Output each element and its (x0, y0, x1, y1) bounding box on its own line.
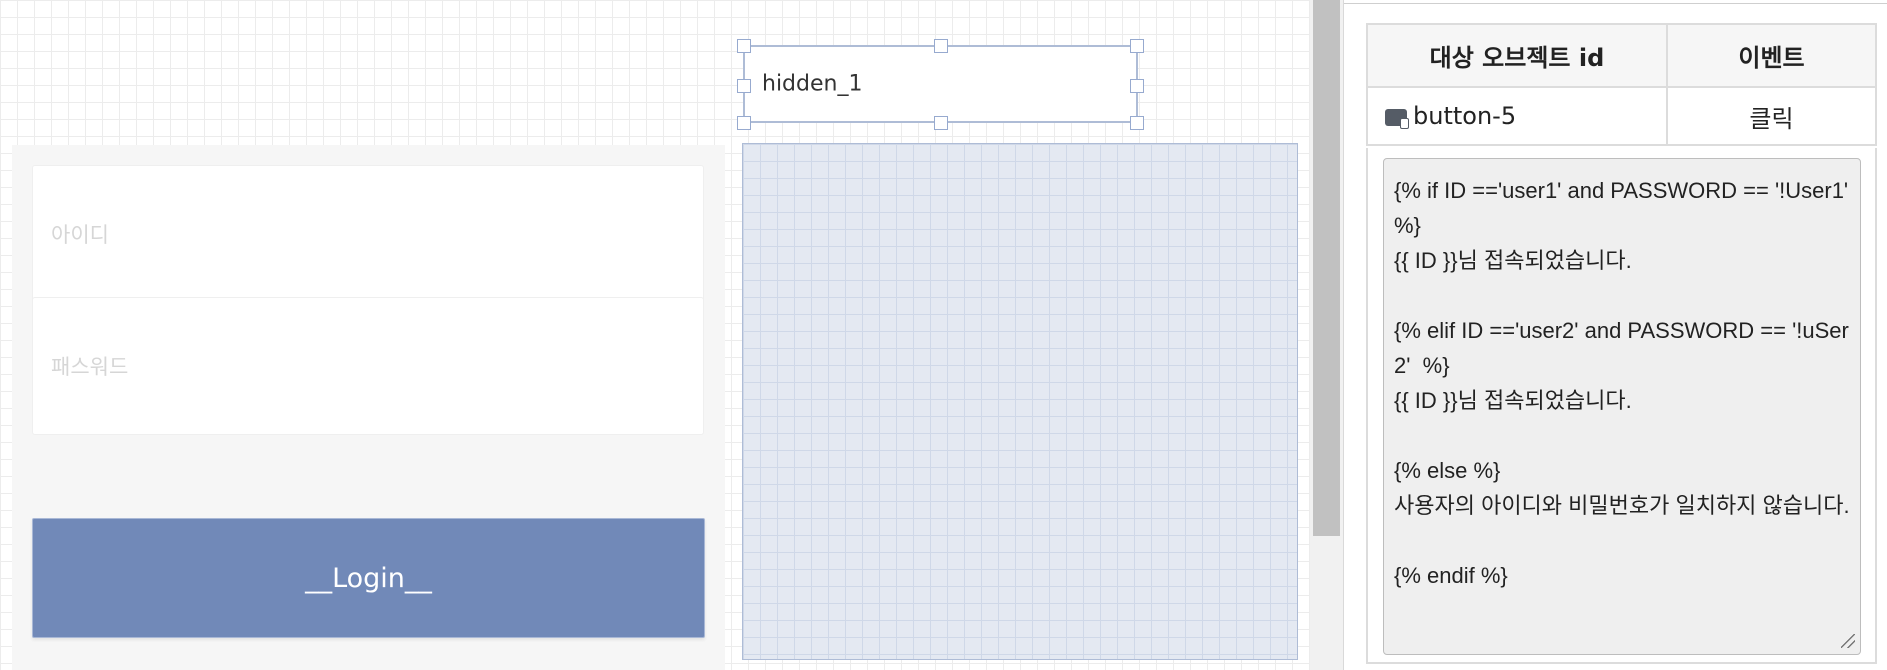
resize-handle-sw[interactable] (737, 116, 751, 130)
event-table-header: 대상 오브젝트 id 이벤트 (1366, 23, 1878, 88)
resize-handle-e[interactable] (1130, 79, 1144, 93)
design-canvas[interactable]: 아이디 패스워드 __Login__ hidden_1 (0, 0, 1310, 670)
id-input-placeholder: 아이디 (51, 223, 109, 247)
canvas-scrollbar-thumb[interactable] (1313, 0, 1340, 536)
resize-handle-nw[interactable] (737, 39, 751, 53)
object-id-value: button-5 (1413, 102, 1517, 130)
resize-handle-ne[interactable] (1130, 39, 1144, 53)
resize-handle-s[interactable] (934, 116, 948, 130)
hidden-element-label: hidden_1 (762, 71, 863, 97)
panel-top-border (1344, 3, 1887, 4)
login-form-panel: 아이디 패스워드 __Login__ (12, 145, 725, 670)
resize-handle-w[interactable] (737, 79, 751, 93)
script-editor-wrapper: {% if ID =='user1' and PASSWORD == '!Use… (1366, 148, 1877, 664)
event-properties-panel: 대상 오브젝트 id 이벤트 button-5 클릭 {% if ID =='u… (1344, 0, 1887, 670)
event-type-cell[interactable]: 클릭 (1665, 86, 1878, 146)
password-input-placeholder: 패스워드 (51, 355, 129, 379)
hidden-element-selected[interactable]: hidden_1 (743, 45, 1138, 123)
event-table: 대상 오브젝트 id 이벤트 button-5 클릭 (1366, 23, 1878, 146)
id-input[interactable]: 아이디 (32, 165, 704, 303)
script-editor-textarea[interactable]: {% if ID =='user1' and PASSWORD == '!Use… (1383, 158, 1861, 655)
password-input[interactable]: 패스워드 (32, 297, 704, 435)
textarea-resize-grip-icon[interactable] (1841, 634, 1855, 648)
table-row[interactable]: button-5 클릭 (1366, 86, 1878, 146)
resize-handle-se[interactable] (1130, 116, 1144, 130)
column-header-event: 이벤트 (1665, 23, 1878, 88)
login-button[interactable]: __Login__ (32, 518, 705, 638)
object-id-cell[interactable]: button-5 (1366, 86, 1668, 146)
button-icon (1385, 108, 1409, 129)
column-header-object-id: 대상 오브젝트 id (1366, 23, 1668, 88)
drop-container[interactable] (742, 143, 1298, 660)
login-button-label: __Login__ (305, 562, 432, 594)
resize-handle-n[interactable] (934, 39, 948, 53)
